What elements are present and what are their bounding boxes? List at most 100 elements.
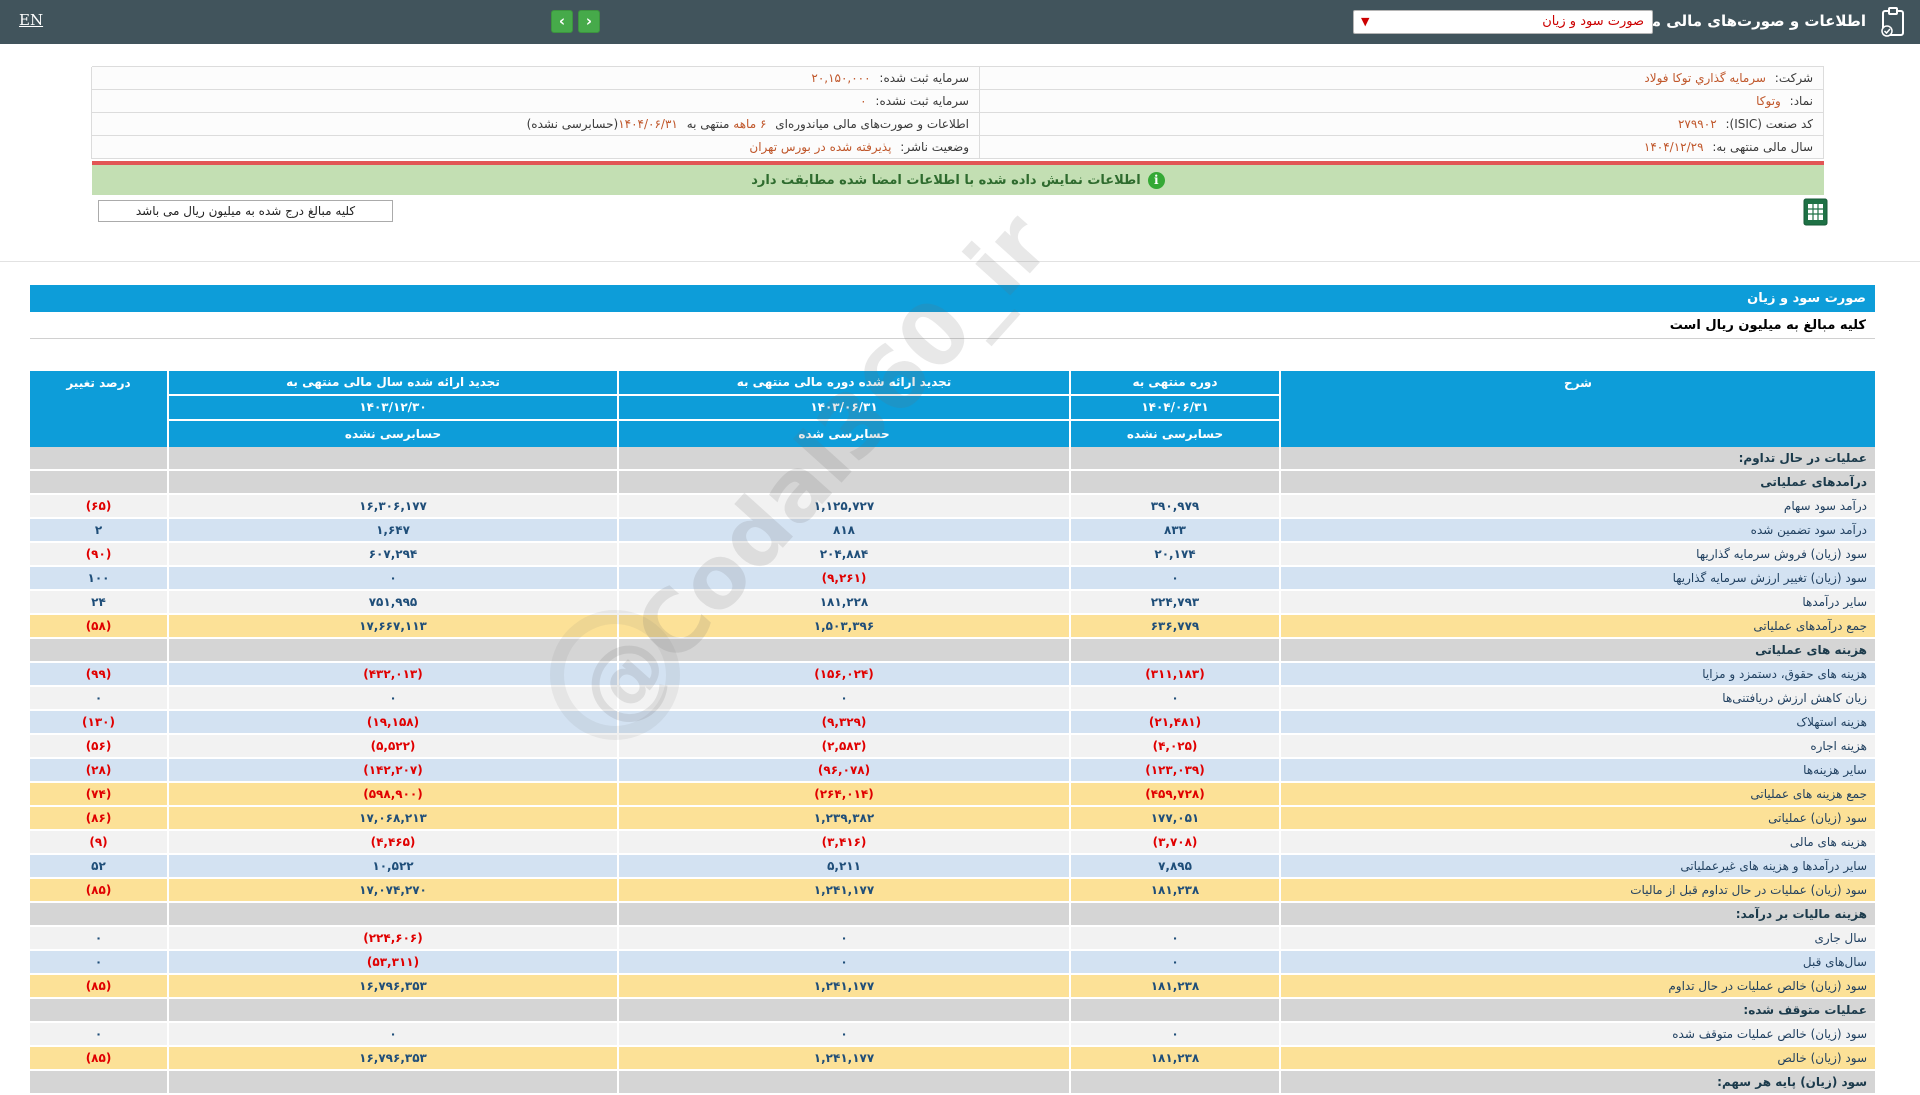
- row-percent-change: ۰: [30, 951, 167, 973]
- statement-period-cell: اطلاعات و صورت‌های مالی میاندوره‌ای ۶ ما…: [91, 113, 979, 136]
- row-value-restated-year: [169, 639, 617, 661]
- row-percent-change: (۸۵): [30, 1047, 167, 1069]
- row-label: هزینه های حقوق، دستمزد و مزایا: [1281, 663, 1875, 685]
- table-row: سود (زیان) فروش سرمایه گذاریها ۲۰,۱۷۴ ۲۰…: [30, 543, 1875, 565]
- row-value-restated-period: ۰: [619, 1023, 1069, 1045]
- row-percent-change: ۱۰۰: [30, 567, 167, 589]
- row-label: سایر درآمدها: [1281, 591, 1875, 613]
- table-row: عملیات در حال تداوم:: [30, 447, 1875, 469]
- row-value-restated-period: ۲۰۴,۸۸۴: [619, 543, 1069, 565]
- clipboard-icon: [1881, 7, 1904, 37]
- row-value-restated-period: (۹,۳۲۹): [619, 711, 1069, 733]
- symbol-value: وتوکا: [1756, 94, 1781, 108]
- table-row: سود (زیان) عملیاتی ۱۷۷,۰۵۱ ۱,۲۳۹,۳۸۲ ۱۷,…: [30, 807, 1875, 829]
- row-label: سود (زیان) خالص: [1281, 1047, 1875, 1069]
- statement-title-bar: صورت سود و زیان: [30, 285, 1875, 312]
- row-value-current: [1071, 447, 1279, 469]
- row-percent-change: (۷۴): [30, 783, 167, 805]
- language-toggle-en[interactable]: EN: [19, 11, 43, 29]
- row-label: سایر درآمدها و هزینه های غیرعملیاتی: [1281, 855, 1875, 877]
- report-type-dropdown[interactable]: ▼ صورت سود و زیان: [1353, 10, 1653, 34]
- header-restated-year-date: ۱۴۰۳/۱۲/۳۰: [169, 396, 617, 419]
- row-label: سود (زیان) خالص عملیات در حال تداوم: [1281, 975, 1875, 997]
- row-value-restated-year: [169, 471, 617, 493]
- row-label: درآمد سود سهام: [1281, 495, 1875, 517]
- table-header: شرح دوره منتهی به تجدید ارائه شده دوره م…: [30, 371, 1875, 447]
- table-row: سایر درآمدها و هزینه های غیرعملیاتی ۷,۸۹…: [30, 855, 1875, 877]
- row-value-restated-year: ۷۵۱,۹۹۵: [169, 591, 617, 613]
- row-value-restated-period: [619, 903, 1069, 925]
- row-percent-change: ۵۲: [30, 855, 167, 877]
- row-label: هزینه استهلاک: [1281, 711, 1875, 733]
- row-value-current: ۶۳۶,۷۷۹: [1071, 615, 1279, 637]
- row-value-restated-period: ۵,۲۱۱: [619, 855, 1069, 877]
- table-row: سال‌های قبل ۰ ۰ (۵۳,۳۱۱) ۰: [30, 951, 1875, 973]
- table-row: هزینه استهلاک (۲۱,۴۸۱) (۹,۳۲۹) (۱۹,۱۵۸) …: [30, 711, 1875, 733]
- row-percent-change: [30, 1071, 167, 1093]
- row-percent-change: ۰: [30, 687, 167, 709]
- row-value-restated-period: ۰: [619, 951, 1069, 973]
- table-row: سایر هزینه‌ها (۱۲۳,۰۳۹) (۹۶,۰۷۸) (۱۴۲,۲۰…: [30, 759, 1875, 781]
- registered-capital-value: ۲۰,۱۵۰,۰۰۰: [811, 71, 871, 85]
- statement-period-date: ۱۴۰۴/۰۶/۳۱: [618, 117, 678, 131]
- row-value-restated-period: (۲,۵۸۳): [619, 735, 1069, 757]
- table-row: سود (زیان) خالص عملیات در حال تداوم ۱۸۱,…: [30, 975, 1875, 997]
- row-percent-change: [30, 639, 167, 661]
- row-value-restated-year: (۱۴۲,۲۰۷): [169, 759, 617, 781]
- row-value-current: ۱۸۱,۲۳۸: [1071, 1047, 1279, 1069]
- row-percent-change: ۰: [30, 1023, 167, 1045]
- row-value-current: ۳۹۰,۹۷۹: [1071, 495, 1279, 517]
- row-label: سود (زیان) خالص عملیات متوقف شده: [1281, 1023, 1875, 1045]
- row-value-current: [1071, 471, 1279, 493]
- company-value: سرمایه گذاري توکا فولاد: [1644, 71, 1766, 85]
- row-value-restated-period: (۳,۴۱۶): [619, 831, 1069, 853]
- row-label: هزینه های مالی: [1281, 831, 1875, 853]
- company-label: شرکت:: [1774, 71, 1813, 85]
- row-value-restated-year: ۰: [169, 567, 617, 589]
- row-value-restated-period: [619, 639, 1069, 661]
- table-row: سود (زیان) پایه هر سهم:: [30, 1071, 1875, 1093]
- row-value-restated-year: ۱۰,۵۲۲: [169, 855, 617, 877]
- row-label: سایر هزینه‌ها: [1281, 759, 1875, 781]
- row-value-current: (۴۵۹,۷۲۸): [1071, 783, 1279, 805]
- table-row: سال جاری ۰ ۰ (۲۲۴,۶۰۶) ۰: [30, 927, 1875, 949]
- row-value-restated-year: (۱۹,۱۵۸): [169, 711, 617, 733]
- row-value-current: ۱۷۷,۰۵۱: [1071, 807, 1279, 829]
- row-value-current: (۳,۷۰۸): [1071, 831, 1279, 853]
- table-row: هزینه اجاره (۴,۰۲۵) (۲,۵۸۳) (۵,۵۲۲) (۵۶): [30, 735, 1875, 757]
- row-value-current: ۱۸۱,۲۳۸: [1071, 879, 1279, 901]
- row-value-restated-period: ۸۱۸: [619, 519, 1069, 541]
- row-value-restated-year: ۱۶,۳۰۶,۱۷۷: [169, 495, 617, 517]
- table-row: جمع هزینه های عملیاتی (۴۵۹,۷۲۸) (۲۶۴,۰۱۴…: [30, 783, 1875, 805]
- row-percent-change: ۲: [30, 519, 167, 541]
- row-label: جمع درآمدهای عملیاتی: [1281, 615, 1875, 637]
- row-percent-change: (۵۸): [30, 615, 167, 637]
- row-value-restated-period: ۱,۲۳۹,۳۸۲: [619, 807, 1069, 829]
- row-label: درآمد سود تضمین شده: [1281, 519, 1875, 541]
- header-restated-year-audit: حسابرسی نشده: [169, 421, 617, 447]
- excel-export-icon[interactable]: [1803, 198, 1828, 226]
- row-label: سود (زیان) فروش سرمایه گذاریها: [1281, 543, 1875, 565]
- row-value-restated-year: ۰: [169, 1023, 617, 1045]
- row-percent-change: [30, 447, 167, 469]
- registered-capital-cell: سرمایه ثبت شده: ۲۰,۱۵۰,۰۰۰: [91, 67, 979, 90]
- income-statement-section: صورت سود و زیان کلیه مبالغ به میلیون ریا…: [30, 285, 1875, 1095]
- section-divider: [0, 261, 1920, 262]
- previous-report-button[interactable]: ‹: [578, 10, 600, 33]
- row-value-restated-year: (۲۲۴,۶۰۶): [169, 927, 617, 949]
- row-value-restated-year: ۱۷,۶۶۷,۱۱۳: [169, 615, 617, 637]
- row-value-restated-year: ۱۷,۰۶۸,۲۱۳: [169, 807, 617, 829]
- row-value-current: (۲۱,۴۸۱): [1071, 711, 1279, 733]
- row-label: سود (زیان) تغییر ارزش سرمایه گذاریها: [1281, 567, 1875, 589]
- row-value-restated-period: [619, 471, 1069, 493]
- row-value-current: (۱۲۳,۰۳۹): [1071, 759, 1279, 781]
- next-report-button[interactable]: ›: [551, 10, 573, 33]
- row-label: هزینه های عملیاتی: [1281, 639, 1875, 661]
- unregistered-capital-label: سرمایه ثبت نشده:: [875, 94, 969, 108]
- table-row: سایر درآمدها ۲۲۴,۷۹۳ ۱۸۱,۲۲۸ ۷۵۱,۹۹۵ ۲۴: [30, 591, 1875, 613]
- row-value-restated-period: [619, 447, 1069, 469]
- unregistered-capital-cell: سرمایه ثبت نشده: ۰: [91, 90, 979, 113]
- row-value-restated-period: ۱,۲۴۱,۱۷۷: [619, 975, 1069, 997]
- row-value-restated-period: ۱,۱۲۵,۷۲۷: [619, 495, 1069, 517]
- row-percent-change: [30, 903, 167, 925]
